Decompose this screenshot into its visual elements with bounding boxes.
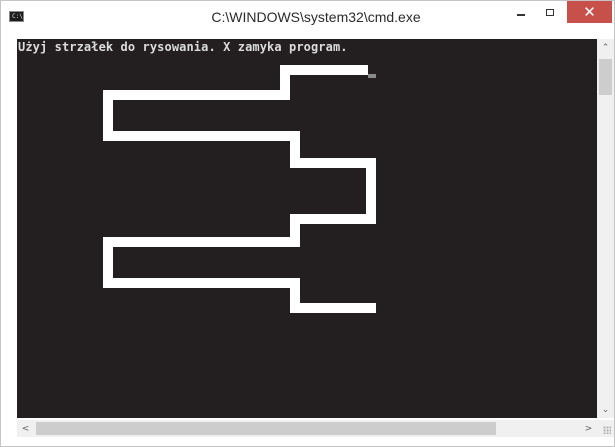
close-button[interactable]: ✕ bbox=[567, 1, 612, 23]
maximize-icon bbox=[546, 8, 554, 16]
console-app-icon[interactable]: C:\ bbox=[9, 11, 24, 22]
vertical-scrollbar[interactable]: ⌃ ⌄ bbox=[597, 39, 614, 418]
scroll-left-button[interactable]: < bbox=[17, 420, 34, 437]
console-area[interactable]: Użyj strzałek do rysowania. X zamyka pro… bbox=[17, 39, 597, 418]
minimize-icon bbox=[517, 14, 525, 16]
maximize-button[interactable] bbox=[537, 1, 563, 23]
window-title: C:\WINDOWS\system32\cmd.exe bbox=[211, 9, 421, 25]
console-drawing bbox=[103, 65, 376, 313]
drawing-stroke bbox=[103, 65, 376, 313]
title-bar[interactable]: C:\ C:\WINDOWS\system32\cmd.exe ✕ bbox=[1, 1, 614, 37]
close-icon: ✕ bbox=[583, 2, 596, 21]
horizontal-scroll-thumb[interactable] bbox=[36, 422, 496, 435]
scroll-right-button[interactable]: > bbox=[580, 420, 597, 437]
scroll-down-button[interactable]: ⌄ bbox=[597, 401, 614, 418]
app-icon-text: C:\ bbox=[12, 13, 23, 20]
resize-corner[interactable] bbox=[597, 420, 614, 437]
cmd-window: C:\ C:\WINDOWS\system32\cmd.exe ✕ Użyj s… bbox=[0, 0, 615, 447]
horizontal-scrollbar[interactable]: < > bbox=[17, 420, 597, 437]
resize-grip-icon[interactable] bbox=[603, 426, 611, 434]
console-cursor bbox=[368, 74, 376, 78]
scroll-up-button[interactable]: ⌃ bbox=[597, 39, 614, 56]
vertical-scroll-thumb[interactable] bbox=[599, 59, 612, 95]
minimize-button[interactable] bbox=[508, 1, 534, 23]
